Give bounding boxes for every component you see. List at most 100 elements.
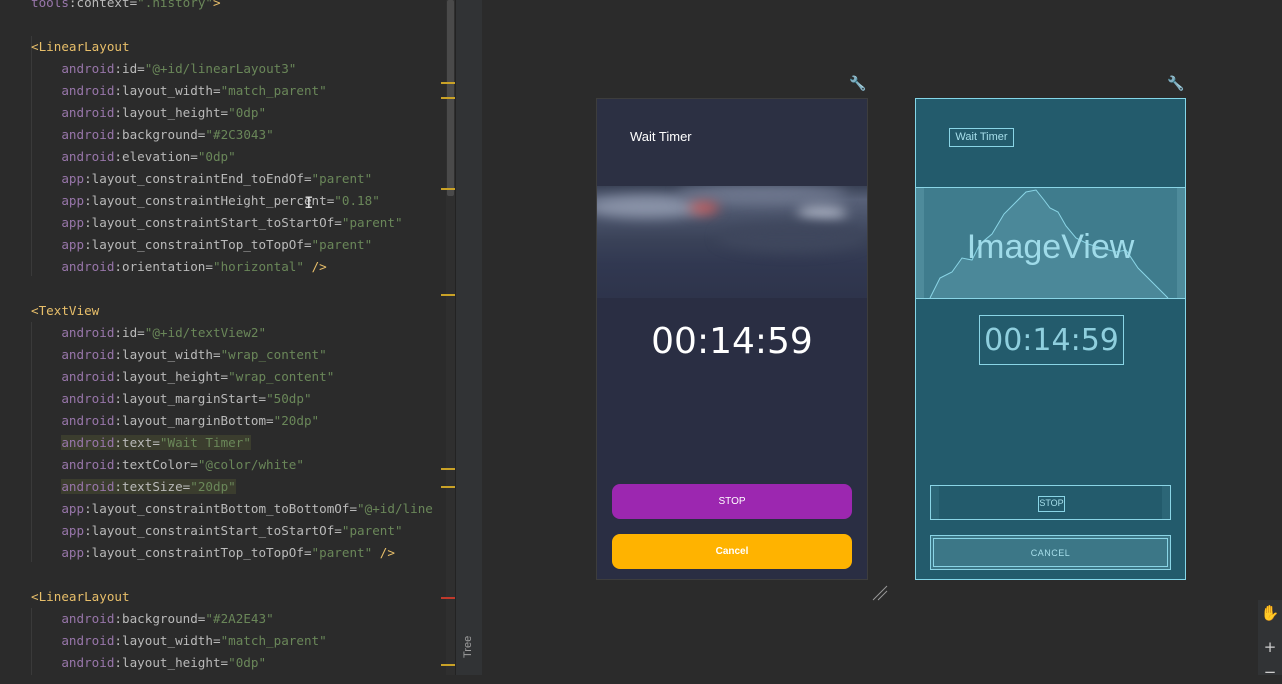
code-token: app [31, 523, 85, 538]
code-line[interactable]: android:layout_width="wrap_content" [31, 344, 327, 366]
code-token: android [31, 413, 115, 428]
code-line[interactable]: android:textSize="20dp" [31, 476, 236, 498]
cancel-button[interactable]: Cancel [612, 534, 852, 569]
change-marker[interactable] [441, 97, 455, 99]
blueprint-cancel-button[interactable]: CANCEL [930, 535, 1171, 570]
timer-text[interactable]: 00:14:59 [597, 321, 867, 362]
code-line[interactable]: android:background="#2C3043" [31, 124, 274, 146]
code-token: "@color/white" [197, 457, 304, 472]
change-marker[interactable] [441, 468, 455, 470]
wrench-icon[interactable]: 🔧 [849, 77, 866, 91]
code-token: "#2A2E43" [205, 611, 274, 626]
code-token: android [31, 391, 115, 406]
change-marker[interactable] [441, 188, 455, 190]
code-token: "20dp" [273, 413, 320, 428]
code-line[interactable]: android:text="Wait Timer" [31, 432, 251, 454]
code-line[interactable]: android:layout_width="match_parent" [31, 630, 327, 652]
code-token: "0dp" [197, 149, 236, 164]
resize-handle-icon[interactable] [869, 584, 889, 602]
code-token: :layout_marginBottom= [114, 413, 274, 428]
image-blur-shape [689, 202, 719, 214]
blueprint-title-text[interactable]: Wait Timer [949, 128, 1014, 147]
code-editor[interactable]: tools:context=".history"> <LinearLayout a… [0, 0, 455, 675]
code-token: android [61, 435, 115, 450]
code-token: "wrap_content" [220, 347, 327, 362]
component-tree-strip[interactable] [455, 0, 483, 675]
code-token: "match_parent" [220, 633, 327, 648]
code-line[interactable]: <LinearLayout [31, 586, 130, 608]
tree-tab-label[interactable]: Tree [462, 636, 474, 658]
error-marker[interactable] [441, 597, 455, 599]
code-line[interactable]: app:layout_constraintStart_toStartOf="pa… [31, 520, 403, 542]
code-line[interactable]: android:layout_height="0dp" [31, 102, 266, 124]
blueprint-preview[interactable]: Wait Timer ImageView 00:14:59 STOP CANCE… [915, 98, 1186, 580]
change-marker[interactable] [441, 294, 455, 296]
blueprint-stop-button[interactable]: STOP [930, 485, 1171, 520]
code-line[interactable]: android:orientation="horizontal" /> [31, 256, 326, 278]
code-token: app [31, 193, 85, 208]
code-token: android [31, 611, 115, 626]
code-token: "20dp" [190, 479, 236, 494]
code-line[interactable]: android:textColor="@color/white" [31, 454, 304, 476]
blueprint-timer-text[interactable]: 00:14:59 [979, 315, 1124, 365]
code-token: "parent" [311, 545, 373, 560]
code-line[interactable]: app:layout_constraintBottom_toBottomOf="… [31, 498, 433, 520]
code-token: <LinearLayout [31, 589, 130, 604]
header-image[interactable] [597, 186, 867, 298]
code-line[interactable]: app:layout_constraintTop_toTopOf="parent… [31, 542, 395, 564]
code-token: "parent" [311, 171, 373, 186]
change-marker[interactable] [441, 82, 455, 84]
code-token: android [31, 83, 115, 98]
button-edge [1162, 486, 1170, 519]
plus-icon[interactable]: + [1258, 635, 1282, 659]
wrench-icon[interactable]: 🔧 [1167, 77, 1184, 91]
code-token: "parent" [311, 237, 373, 252]
code-token: :background= [114, 127, 206, 142]
code-token: :layout_marginStart= [114, 391, 267, 406]
code-line[interactable]: android:layout_marginBottom="20dp" [31, 410, 319, 432]
code-token: android [31, 369, 115, 384]
header-layout[interactable]: Wait Timer [597, 99, 867, 186]
code-token: android [31, 105, 115, 120]
code-line[interactable]: android:layout_marginStart="50dp" [31, 388, 311, 410]
code-token: "#2C3043" [205, 127, 274, 142]
code-line[interactable]: android:id="@+id/textView2" [31, 322, 266, 344]
code-token: "@+id/line [357, 501, 433, 516]
code-token: <LinearLayout [31, 39, 130, 54]
code-token: android [31, 655, 115, 670]
code-line[interactable]: android:elevation="0dp" [31, 146, 236, 168]
title-text[interactable]: Wait Timer [630, 129, 692, 144]
code-token: "parent" [341, 523, 403, 538]
code-line[interactable]: android:layout_height="0dp" [31, 652, 266, 674]
design-preview[interactable]: Wait Timer 00:14:59 STOP Cancel [596, 98, 868, 580]
code-line[interactable]: tools:context=".history"> [31, 0, 221, 14]
code-line[interactable]: app:layout_constraintHeight_percent="0.1… [31, 190, 379, 212]
stop-button[interactable]: STOP [612, 484, 852, 519]
code-token: android [31, 127, 115, 142]
code-line[interactable]: app:layout_constraintTop_toTopOf="parent… [31, 234, 372, 256]
image-blur-shape [797, 206, 847, 220]
hand-icon[interactable]: ✋ [1258, 601, 1282, 625]
code-line[interactable]: android:id="@+id/linearLayout3" [31, 58, 296, 80]
code-token: :layout_width= [114, 347, 221, 362]
code-token: :layout_constraintStart_toStartOf= [84, 215, 342, 230]
code-line[interactable]: <TextView [31, 300, 99, 322]
code-token: :layout_height= [114, 655, 229, 670]
code-line[interactable]: <LinearLayout [31, 36, 130, 58]
minus-icon[interactable]: − [1258, 660, 1282, 684]
code-token: > [213, 0, 221, 10]
code-token: :layout_constraintTop_toTopOf= [84, 237, 312, 252]
code-line[interactable]: android:layout_width="match_parent" [31, 80, 326, 102]
code-token: :text= [114, 435, 160, 450]
code-line[interactable]: android:background="#2A2E43" [31, 608, 274, 630]
code-token: :layout_width= [114, 633, 221, 648]
change-marker[interactable] [441, 486, 455, 488]
code-line[interactable]: app:layout_constraintEnd_toEndOf="parent… [31, 168, 372, 190]
code-token: :layout_constraintHeight_percent= [84, 193, 335, 208]
code-line[interactable]: android:layout_height="wrap_content" [31, 366, 334, 388]
imageview-label: ImageView [966, 228, 1135, 266]
blueprint-imageview[interactable]: ImageView [916, 187, 1185, 299]
change-marker[interactable] [441, 664, 455, 666]
code-token: app [31, 215, 85, 230]
code-line[interactable]: app:layout_constraintStart_toStartOf="pa… [31, 212, 402, 234]
